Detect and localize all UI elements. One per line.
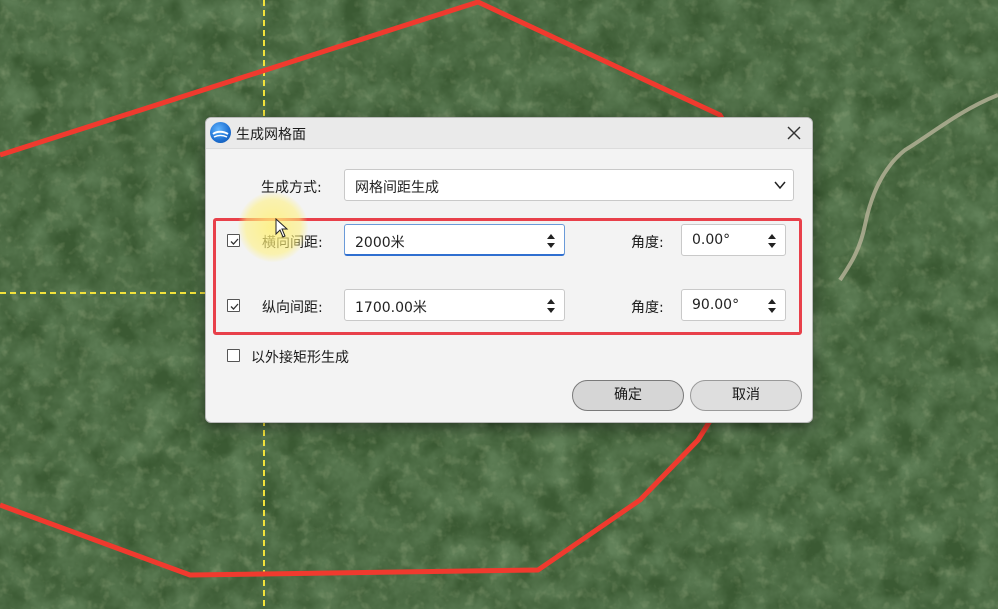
spin-arrows-icon[interactable] xyxy=(767,297,777,315)
horizontal-label: 横向间距: xyxy=(262,235,323,251)
method-label: 生成方式: xyxy=(261,180,322,196)
cancel-button[interactable]: 取消 xyxy=(690,380,802,411)
app-logo-icon xyxy=(210,122,231,143)
bbox-checkbox[interactable] xyxy=(227,349,240,362)
method-value: 网格间距生成 xyxy=(355,180,439,196)
vertical-spacing-value: 1700.00米 xyxy=(355,300,427,316)
vertical-angle-input[interactable]: 90.00° xyxy=(681,289,786,321)
spin-arrows-icon[interactable] xyxy=(546,232,556,250)
dialog-titlebar[interactable]: 生成网格面 xyxy=(206,118,812,149)
horizontal-angle-label: 角度: xyxy=(631,235,664,251)
bbox-label: 以外接矩形生成 xyxy=(251,350,349,366)
spin-arrows-icon[interactable] xyxy=(767,232,777,250)
horizontal-angle-input[interactable]: 0.00° xyxy=(681,224,786,256)
vertical-angle-label: 角度: xyxy=(631,300,664,316)
checkmark-icon xyxy=(230,238,239,245)
method-select[interactable]: 网格间距生成 xyxy=(344,169,794,201)
spin-arrows-icon[interactable] xyxy=(546,297,556,315)
horizontal-spacing-input[interactable]: 2000米 xyxy=(344,224,565,256)
vertical-spacing-input[interactable]: 1700.00米 xyxy=(344,289,565,321)
checkmark-icon xyxy=(230,303,239,310)
horizontal-angle-value: 0.00° xyxy=(692,232,731,248)
vertical-angle-value: 90.00° xyxy=(692,297,740,313)
vertical-checkbox[interactable] xyxy=(227,299,240,312)
chevron-down-icon xyxy=(774,181,786,190)
ok-button[interactable]: 确定 xyxy=(572,380,684,411)
horizontal-checkbox[interactable] xyxy=(227,234,240,247)
horizontal-spacing-value: 2000米 xyxy=(355,235,405,251)
vertical-label: 纵向间距: xyxy=(262,300,323,316)
close-icon[interactable] xyxy=(782,122,806,144)
grid-dialog: 生成网格面 生成方式: 网格间距生成 横向间距: 2000米 角度: 0.00° xyxy=(205,117,813,423)
dialog-title: 生成网格面 xyxy=(236,127,306,143)
